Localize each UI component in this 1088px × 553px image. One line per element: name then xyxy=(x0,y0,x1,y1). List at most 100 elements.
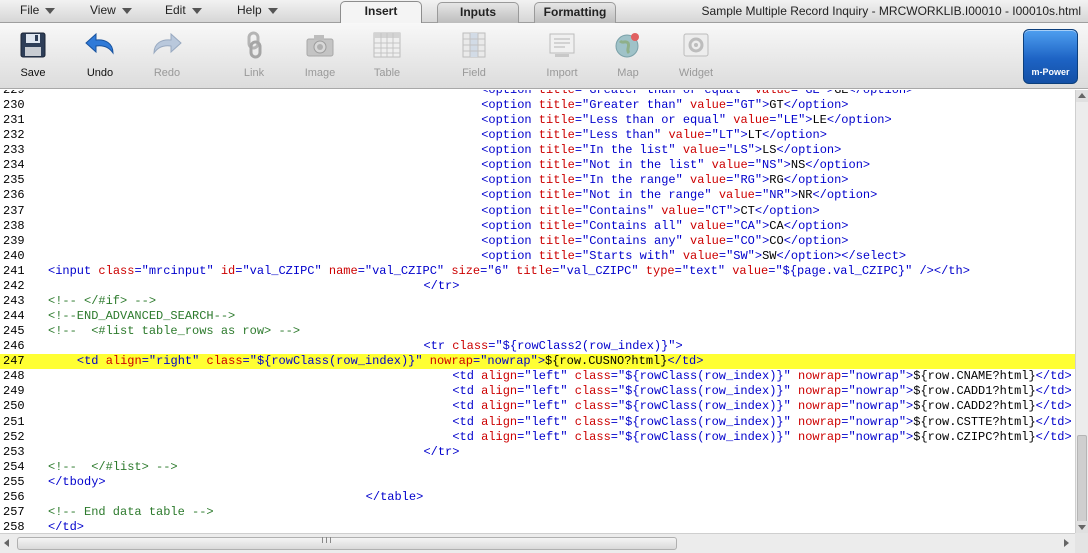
field-grid-icon xyxy=(462,32,486,58)
code-text: <!-- </#if> --> xyxy=(48,294,156,309)
m-power-logo-button[interactable]: m-Power xyxy=(1023,29,1078,84)
code-token: "Greater than" xyxy=(582,98,683,113)
line-number: 240 xyxy=(3,248,25,263)
code-line[interactable]: 235 <option title="In the range" value="R… xyxy=(0,173,1075,188)
m-power-label: m-Power xyxy=(1031,67,1070,77)
code-token: "left" xyxy=(524,369,568,384)
image-label: Image xyxy=(304,67,336,79)
code-line[interactable]: 255 </tbody> xyxy=(0,475,1075,490)
code-text: <option title="Less than" value="LT">LT<… xyxy=(481,128,827,143)
triangle-left-icon[interactable] xyxy=(4,539,9,547)
image-button[interactable]: Image xyxy=(292,31,348,87)
floppy-disk-icon xyxy=(20,32,46,58)
code-token: value xyxy=(754,90,791,97)
menu-label: File xyxy=(20,3,40,17)
menu-file[interactable]: File xyxy=(20,3,56,20)
code-text: <!-- End data table --> xyxy=(48,505,214,520)
tab-formatting[interactable]: Formatting xyxy=(534,2,616,23)
code-token: GT xyxy=(769,98,784,113)
code-token: "val_CZIPC" xyxy=(242,263,322,278)
code-token: = xyxy=(610,369,618,384)
triangle-right-icon[interactable] xyxy=(1064,539,1069,547)
widget-button[interactable]: Widget xyxy=(668,31,724,87)
code-token: "NS" xyxy=(754,158,784,173)
code-token: = xyxy=(747,158,755,173)
redo-button[interactable]: Redo xyxy=(139,31,195,87)
code-line[interactable]: 241 <input class="mrcinput" id="val_CZIPC… xyxy=(0,264,1075,279)
code-token: = xyxy=(790,90,799,97)
tab-inputs[interactable]: Inputs xyxy=(437,2,519,23)
code-line[interactable]: 240 <option title="Starts with" value="SW… xyxy=(0,249,1075,264)
code-token: title xyxy=(538,98,575,113)
code-line[interactable]: 250 <td align="left" class="${rowClass(ro… xyxy=(0,399,1075,414)
chevron-down-icon xyxy=(191,7,202,14)
code-line[interactable]: 230 <option title="Greater than" value="G… xyxy=(0,98,1075,113)
code-line[interactable]: 246 <tr class="${rowClass2(row_index)}"> xyxy=(0,339,1075,354)
menu-view[interactable]: View xyxy=(90,3,132,20)
code-token: title xyxy=(538,90,575,97)
code-token: type xyxy=(645,263,675,278)
scroll-up-button[interactable] xyxy=(1076,90,1088,102)
scroll-down-button[interactable] xyxy=(1076,521,1088,533)
link-button[interactable]: Link xyxy=(226,31,282,87)
code-token: </tr> xyxy=(423,444,460,459)
code-line[interactable]: 249 <td align="left" class="${rowClass(ro… xyxy=(0,384,1075,399)
code-line[interactable]: 257 <!-- End data table --> xyxy=(0,505,1075,520)
line-number: 238 xyxy=(3,218,25,233)
code-line[interactable]: 231 <option title="Less than or equal" va… xyxy=(0,113,1075,128)
code-line[interactable]: 251 <td align="left" class="${rowClass(ro… xyxy=(0,415,1075,430)
code-token: title xyxy=(538,188,575,203)
code-line[interactable]: 245 <!-- <#list table_rows as row> --> xyxy=(0,324,1075,339)
code-line[interactable]: 242 </tr> xyxy=(0,279,1075,294)
map-button[interactable]: Map xyxy=(600,31,656,87)
code-token: title xyxy=(538,158,575,173)
code-line[interactable]: 243 <!-- </#if> --> xyxy=(0,294,1075,309)
code-line[interactable]: 236 <option title="Not in the range" valu… xyxy=(0,188,1075,203)
code-line[interactable]: 239 <option title="Contains any" value="C… xyxy=(0,234,1075,249)
code-token: "nowrap" xyxy=(848,414,907,429)
line-number: 247 xyxy=(3,354,25,369)
save-button[interactable]: Save xyxy=(5,31,61,87)
code-line[interactable]: 237 <option title="Contains" value="CT">C… xyxy=(0,204,1075,219)
code-token: </table> xyxy=(365,489,424,504)
code-token: </option> xyxy=(783,218,849,233)
menu-edit[interactable]: Edit xyxy=(165,3,202,20)
code-line[interactable]: 233 <option title="In the list" value="LS… xyxy=(0,143,1075,158)
code-token: = xyxy=(574,248,583,263)
chevron-down-icon xyxy=(267,7,278,14)
code-text: <td align="left" class="${rowClass(row_i… xyxy=(452,415,1071,430)
code-line[interactable]: 254 <!-- </#list> --> xyxy=(0,460,1075,475)
code-token: "CT" xyxy=(704,203,734,218)
code-line[interactable]: 256 </table> xyxy=(0,490,1075,505)
code-token: LT xyxy=(747,128,763,143)
code-line[interactable]: 253 </tr> xyxy=(0,445,1075,460)
vertical-scrollbar[interactable] xyxy=(1075,90,1088,553)
code-token: "Greater than or equal" xyxy=(582,90,748,97)
code-line[interactable]: 248 <td align="left" class="${rowClass(ro… xyxy=(0,369,1075,384)
code-token: <option xyxy=(481,98,539,113)
table-button[interactable]: Table xyxy=(359,31,415,87)
undo-button[interactable]: Undo xyxy=(72,31,128,87)
horizontal-scroll-thumb[interactable] xyxy=(17,537,677,550)
menu-help[interactable]: Help xyxy=(237,3,278,20)
horizontal-scrollbar[interactable] xyxy=(0,533,1075,553)
code-text: </tr> xyxy=(423,279,459,294)
code-line[interactable]: 229 <option title="Greater than or equal"… xyxy=(0,90,1075,98)
line-number: 241 xyxy=(3,263,25,278)
import-button[interactable]: Import xyxy=(534,31,590,87)
field-button[interactable]: Field xyxy=(446,31,502,87)
code-line[interactable]: 244 <!--END_ADVANCED_SEARCH--> xyxy=(0,309,1075,324)
code-editor[interactable]: 229 <option title="Greater than or equal"… xyxy=(0,90,1075,533)
code-line[interactable]: 232 <option title="Less than" value="LT">… xyxy=(0,128,1075,143)
code-line[interactable]: 234 <option title="Not in the list" value… xyxy=(0,158,1075,173)
code-token: <!-- </#if> --> xyxy=(48,293,157,308)
line-number: 255 xyxy=(3,474,25,489)
code-line[interactable]: 258 </td> xyxy=(0,520,1075,533)
redo-arrow-icon xyxy=(153,32,182,55)
code-line[interactable]: 252 <td align="left" class="${rowClass(ro… xyxy=(0,430,1075,445)
code-line[interactable]: 238 <option title="Contains all" value="C… xyxy=(0,219,1075,234)
code-line-current[interactable]: 247 <td align="right" class="${rowClass(r… xyxy=(0,354,1075,370)
tab-insert[interactable]: Insert xyxy=(340,1,422,23)
